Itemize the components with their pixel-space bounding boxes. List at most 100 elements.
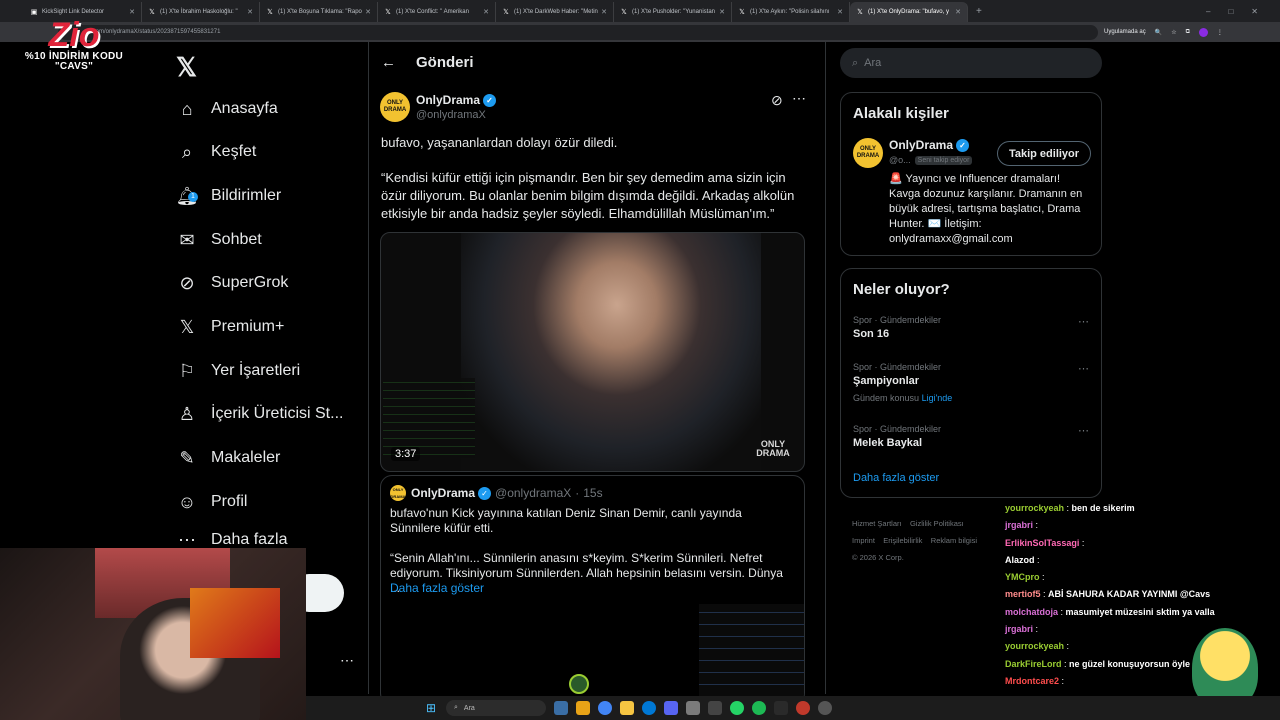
trend-item[interactable]: Spor · Gündemdekiler Melek Baykal <box>853 424 941 449</box>
author-handle[interactable]: @onlydramaX <box>416 109 486 121</box>
close-icon[interactable]: ✕ <box>247 8 253 16</box>
webcam-jersey <box>190 588 280 658</box>
sidebar-item-premium[interactable]: 𝕏 Premium+ <box>176 307 285 347</box>
browser-tab[interactable]: 𝕏 (1) X'te Conflict: " Amerikan ✕ <box>378 2 496 22</box>
chat-username[interactable]: DarkFireLord <box>1005 659 1062 669</box>
bookmark-star-icon[interactable]: ☆ <box>1171 29 1176 36</box>
browser-tab[interactable]: 𝕏 (1) X'te Aykırı: "Polisin silahını ✕ <box>732 2 850 22</box>
grok-analyze-icon[interactable]: ⊘ <box>771 92 783 109</box>
related-name[interactable]: OnlyDrama <box>889 138 953 152</box>
app-icon[interactable] <box>818 701 832 715</box>
chat-username[interactable]: Alazod <box>1005 555 1035 565</box>
extensions-icon[interactable]: ⧉ <box>1186 29 1190 36</box>
browser-tab[interactable]: 𝕏 (1) X'te İbrahim Haskoloğlu: " ✕ <box>142 2 260 22</box>
footer-link[interactable]: Hizmet Şartları <box>852 519 902 528</box>
chat-username[interactable]: mertiof5 <box>1005 589 1041 599</box>
sidebar-item-articles[interactable]: ✎ Makaleler <box>176 438 280 478</box>
close-icon[interactable]: ✕ <box>837 8 843 16</box>
footer-link[interactable]: Reklam bilgisi <box>931 536 977 545</box>
sidebar-item-home[interactable]: ⌂ Anasayfa <box>176 89 278 129</box>
browser-tab-active[interactable]: 𝕏 (1) X'te OnlyDrama: "bufavo, y ✕ <box>850 2 968 22</box>
close-icon[interactable]: ✕ <box>955 8 961 16</box>
sidebar-item-profile[interactable]: ☺ Profil <box>176 482 248 522</box>
show-more-link[interactable]: Daha fazla göster <box>390 581 484 595</box>
chat-username[interactable]: Mrdontcare2 <box>1005 676 1059 686</box>
spotify-icon[interactable] <box>752 701 766 715</box>
app-icon[interactable] <box>774 701 788 715</box>
browser-tab[interactable]: 𝕏 (1) X'te Pusholder: "Yunanistan ✕ <box>614 2 732 22</box>
search-input[interactable]: ⌕ Ara <box>840 48 1102 78</box>
footer-link[interactable]: Erişilebilirlik <box>883 536 922 545</box>
back-arrow-icon[interactable]: ← <box>381 54 396 71</box>
trend-item[interactable]: Spor · Gündemdekiler Şampiyonlar Gündem ko… <box>853 362 952 403</box>
more-options-icon[interactable]: ⋯ <box>1078 315 1089 328</box>
close-icon[interactable]: ✕ <box>483 8 489 16</box>
avatar[interactable]: ONLY DRAMA <box>853 138 883 168</box>
sidebar-item-supergrok[interactable]: ⊘ SuperGrok <box>176 263 288 303</box>
new-tab-icon[interactable]: + <box>976 6 982 17</box>
author-name-row[interactable]: OnlyDrama ✓ <box>416 93 497 107</box>
tab-title: (1) X'te DarkWeb Haber: "Metin <box>514 9 598 15</box>
window-controls[interactable]: –□✕ <box>1206 7 1280 16</box>
zoom-icon[interactable]: 🔍 <box>1155 29 1162 36</box>
windows-start-icon[interactable]: ⊞ <box>424 701 438 715</box>
post-video[interactable]: 3:37 ONLY DRAMA <box>380 232 805 472</box>
quoted-post[interactable]: ONLY DRAMA OnlyDrama ✓ @onlydramaX · 15s… <box>380 475 805 705</box>
account-menu-more-icon[interactable]: ⋯ <box>340 652 354 669</box>
chat-username[interactable]: YMCpro <box>1005 572 1040 582</box>
close-icon[interactable]: ✕ <box>129 8 135 16</box>
trend-item[interactable]: Spor · Gündemdekiler Son 16 <box>853 315 941 340</box>
profile-icon[interactable] <box>1198 27 1208 37</box>
more-options-icon[interactable]: ⋯ <box>792 90 806 107</box>
chat-username[interactable]: jrgabri <box>1005 520 1033 530</box>
trend-topic-link[interactable]: Ligi'nde <box>922 393 953 403</box>
browser-tab[interactable]: 𝕏 (1) X'te DarkWeb Haber: "Metin ✕ <box>496 2 614 22</box>
chat-username[interactable]: molchatdoja <box>1005 607 1058 617</box>
quoted-author-handle: @onlydramaX <box>495 486 572 500</box>
close-icon[interactable]: ✕ <box>719 8 725 16</box>
footer-link[interactable]: Gizlilik Politikası <box>910 519 964 528</box>
edge-icon[interactable] <box>642 701 656 715</box>
sidebar-item-creator-studio[interactable]: ♙ İçerik Üreticisi St... <box>176 394 344 434</box>
taskbar-search[interactable]: ⌕ Ara <box>446 700 546 716</box>
sidebar-item-chat[interactable]: ✉ Sohbet <box>176 220 261 260</box>
chat-username[interactable]: ErlikinSolTassagi <box>1005 538 1079 548</box>
obs-icon[interactable] <box>708 701 722 715</box>
show-more-link[interactable]: Daha fazla göster <box>853 472 939 484</box>
app-icon[interactable] <box>686 701 700 715</box>
more-options-icon[interactable]: ⋯ <box>1078 424 1089 437</box>
author-name[interactable]: OnlyDrama <box>416 93 480 107</box>
verified-badge-icon: ✓ <box>478 486 492 500</box>
chrome-icon[interactable] <box>598 701 612 715</box>
avatar: ONLY DRAMA <box>390 485 406 501</box>
trend-name: Melek Baykal <box>853 437 923 449</box>
browser-tab[interactable]: 𝕏 (1) X'te Boşuna Tıklama: "Rapo ✕ <box>260 2 378 22</box>
url-field[interactable]: x.com/onlydramaX/status/2023871597455831… <box>58 24 1098 40</box>
footer-link[interactable]: Imprint <box>852 536 875 545</box>
x-logo-icon[interactable]: 𝕏 <box>176 52 197 83</box>
sidebar-item-bookmarks[interactable]: ⚐ Yer İşaretleri <box>176 351 300 391</box>
discord-icon[interactable] <box>664 701 678 715</box>
chat-message: jrgabri : <box>1005 517 1245 534</box>
sidebar-item-explore[interactable]: ⌕ Keşfet <box>176 132 256 172</box>
related-bio: 🚨 Yayıncı ve Influencer dramaları! Kavga… <box>889 173 1083 245</box>
following-button[interactable]: Takip ediliyor <box>997 141 1091 166</box>
task-view-icon[interactable] <box>554 701 568 715</box>
close-icon[interactable]: ✕ <box>365 8 371 16</box>
close-icon[interactable]: ✕ <box>601 8 607 16</box>
chat-username[interactable]: jrgabri <box>1005 624 1033 634</box>
menu-icon[interactable]: ⋮ <box>1217 29 1223 36</box>
sidebar-item-notifications[interactable]: 🔔︎ 1 Bildirimler <box>176 176 282 216</box>
chat-message: ErlikinSolTassagi : <box>1005 535 1245 552</box>
chat-username[interactable]: yourrockyeah <box>1005 641 1064 651</box>
chat-username[interactable]: yourrockyeah <box>1005 503 1064 513</box>
quoted-post-media[interactable] <box>699 604 804 704</box>
more-options-icon[interactable]: ⋯ <box>1078 362 1089 375</box>
whatsapp-icon[interactable] <box>730 701 744 715</box>
related-name-row[interactable]: OnlyDrama ✓ <box>889 138 970 152</box>
app-icon[interactable] <box>796 701 810 715</box>
folder-icon[interactable] <box>620 701 634 715</box>
file-explorer-icon[interactable] <box>576 701 590 715</box>
open-in-app-button[interactable]: Uygulamada aç <box>1104 29 1146 35</box>
avatar[interactable]: ONLY DRAMA <box>380 92 410 122</box>
